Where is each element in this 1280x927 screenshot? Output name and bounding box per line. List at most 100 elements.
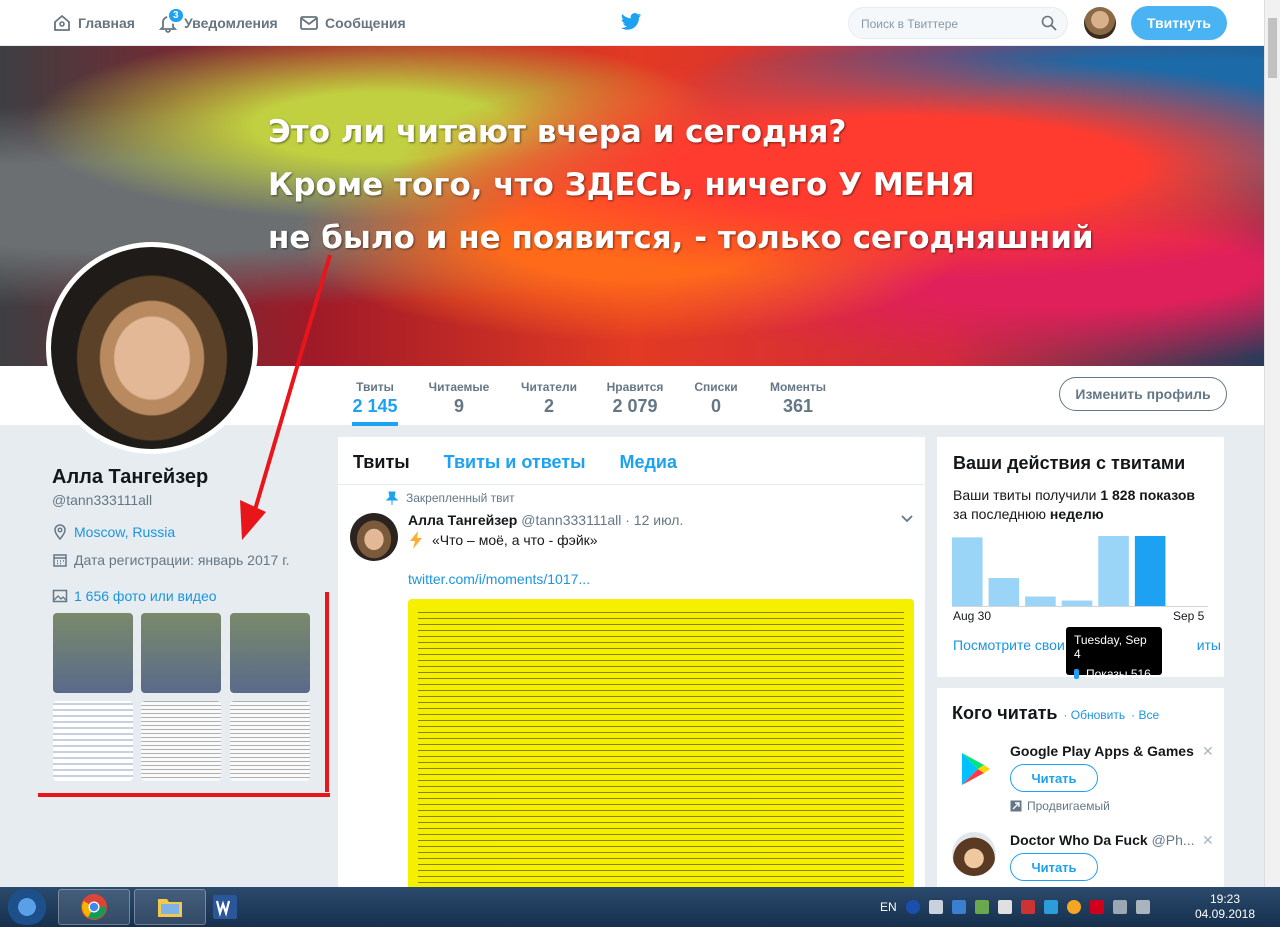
google-play-icon[interactable] xyxy=(952,747,996,791)
tweet-handle[interactable]: @tann333111all xyxy=(521,512,621,528)
photo-thumbnail[interactable] xyxy=(53,613,133,693)
chart-label-start: Aug 30 xyxy=(953,609,992,623)
impressions-chart[interactable] xyxy=(952,534,1208,606)
tweet-author[interactable]: Алла Тангейзер xyxy=(408,512,517,528)
tray-icon[interactable] xyxy=(1089,900,1104,914)
tab-media[interactable]: Медиа xyxy=(620,437,678,484)
notification-badge: 3 xyxy=(167,7,185,24)
stat-following[interactable]: Читаемые 9 xyxy=(427,366,491,426)
chart-bar[interactable] xyxy=(952,537,983,606)
help-icon[interactable] xyxy=(905,900,920,914)
envelope-icon xyxy=(300,16,318,30)
photo-thumbnail[interactable] xyxy=(141,613,221,693)
stat-value: 0 xyxy=(710,396,721,416)
stat-likes[interactable]: Нравится 2 079 xyxy=(605,366,665,426)
tweet-image[interactable] xyxy=(408,599,914,897)
nav-messages[interactable]: Сообщения xyxy=(299,0,406,46)
joined-text: Дата регистрации: январь 2017 г. xyxy=(74,552,290,568)
photo-thumbnail[interactable] xyxy=(53,701,133,781)
suggestion-name[interactable]: Doctor Who Da Fuck @Ph... xyxy=(1010,832,1195,848)
location-link[interactable]: Moscow, Russia xyxy=(74,524,175,540)
tweet-text-content: «Что – моё, а что - фэйк» xyxy=(432,532,598,548)
red-annotation-line xyxy=(325,592,329,792)
folder-icon xyxy=(158,899,182,917)
search-input[interactable]: Поиск в Твиттере xyxy=(848,7,1068,39)
tooltip-value: Показы 516 xyxy=(1074,667,1154,681)
who-to-follow-header: Кого читать · Обновить · Все xyxy=(952,703,1209,724)
activity-desc-mid: за последнюю xyxy=(953,506,1047,522)
photo-thumbnail[interactable] xyxy=(230,613,310,693)
photo-thumbnail[interactable] xyxy=(230,701,310,781)
tab-tweets-replies[interactable]: Твиты и ответы xyxy=(444,437,586,484)
page-scrollbar[interactable] xyxy=(1264,0,1280,887)
tweet-avatar[interactable] xyxy=(350,513,398,561)
dismiss-icon[interactable]: ✕ xyxy=(1202,832,1214,849)
tooltip-date: Tuesday, Sep 4 xyxy=(1074,633,1147,661)
calendar-icon xyxy=(53,554,67,567)
taskbar-word[interactable] xyxy=(210,889,240,925)
suggestion-name-text: Doctor Who Da Fuck xyxy=(1010,832,1148,848)
tray-icon[interactable] xyxy=(1043,900,1058,914)
stat-moments[interactable]: Моменты 361 xyxy=(766,366,830,426)
follow-button[interactable]: Читать xyxy=(1010,764,1098,792)
lightning-icon xyxy=(410,531,422,549)
follow-button[interactable]: Читать xyxy=(1010,853,1098,881)
stat-label: Твиты xyxy=(356,380,394,394)
stat-lists[interactable]: Списки 0 xyxy=(692,366,740,426)
tray-icon[interactable] xyxy=(1020,900,1035,914)
photo-thumbnail[interactable] xyxy=(141,701,221,781)
nav-avatar[interactable] xyxy=(1084,7,1116,39)
promoted-icon xyxy=(1010,800,1022,812)
tray-icon[interactable] xyxy=(951,900,966,914)
tray-icon[interactable] xyxy=(997,900,1012,914)
twitter-logo-icon[interactable] xyxy=(620,12,642,32)
suggestion-name[interactable]: Google Play Apps & Games xyxy=(1010,743,1194,759)
profile-name[interactable]: Алла Тангейзер xyxy=(52,466,208,489)
stat-followers[interactable]: Читатели 2 xyxy=(519,366,579,426)
start-button[interactable] xyxy=(4,889,50,925)
volume-icon[interactable] xyxy=(1135,900,1150,914)
chevron-down-icon[interactable] xyxy=(901,515,913,523)
nav-notifications[interactable]: 3 Уведомления xyxy=(158,0,278,46)
tray-icon[interactable] xyxy=(1066,900,1081,914)
chart-bar[interactable] xyxy=(1098,536,1129,606)
tray-icon[interactable] xyxy=(1112,900,1127,914)
tab-tweets[interactable]: Твиты xyxy=(353,437,410,484)
banner-line-2: Кроме того, что ЗДЕСЬ, ничего У МЕНЯ xyxy=(268,167,975,203)
taskbar-chrome[interactable] xyxy=(58,889,130,925)
dismiss-icon[interactable]: ✕ xyxy=(1202,743,1214,760)
stat-value: 2 079 xyxy=(612,396,658,416)
profile-avatar[interactable] xyxy=(46,242,258,454)
tray-icon[interactable] xyxy=(974,900,989,914)
view-all-link[interactable]: · Все xyxy=(1131,708,1159,722)
clock-time: 19:23 xyxy=(1209,892,1241,906)
tweet-date[interactable]: · 12 июл. xyxy=(625,512,683,528)
edit-profile-button[interactable]: Изменить профиль xyxy=(1059,377,1227,411)
stat-tweets[interactable]: Твиты 2 145 xyxy=(352,366,398,426)
nav-home-label: Главная xyxy=(78,15,135,31)
tweet-link[interactable]: twitter.com/i/moments/1017... xyxy=(408,571,590,587)
suggestion-avatar[interactable] xyxy=(952,832,996,876)
activity-title: Ваши действия с твитами xyxy=(953,453,1186,473)
refresh-link[interactable]: · Обновить xyxy=(1063,708,1125,722)
chart-tooltip: Tuesday, Sep 4 Показы 516 xyxy=(1066,627,1162,681)
tooltip-value-text: Показы 516 xyxy=(1086,667,1151,681)
view-link-text: Посмотрите свои xyxy=(953,637,1065,653)
chart-bar[interactable] xyxy=(1134,536,1166,606)
nav-home[interactable]: Главная xyxy=(52,0,135,46)
search-icon[interactable] xyxy=(1041,15,1057,31)
tweet-button[interactable]: Твитнуть xyxy=(1131,6,1227,40)
taskbar-clock[interactable]: 19:23 04.09.2018 xyxy=(1190,892,1260,922)
taskbar-explorer[interactable] xyxy=(134,889,206,925)
photos-videos-link[interactable]: 1 656 фото или видео xyxy=(52,588,217,604)
word-icon xyxy=(213,895,237,919)
profile-handle[interactable]: @tann333111all xyxy=(52,492,152,508)
tray-icon[interactable] xyxy=(928,900,943,914)
chart-bar[interactable] xyxy=(1025,596,1056,606)
chart-bar[interactable] xyxy=(988,578,1020,606)
suggestion-name-text: Google Play Apps & Games xyxy=(1010,743,1194,759)
language-indicator[interactable]: EN xyxy=(880,900,897,914)
document-text-lines xyxy=(418,609,904,887)
red-arrow-annotation xyxy=(240,254,332,540)
scrollbar-thumb[interactable] xyxy=(1268,18,1277,78)
